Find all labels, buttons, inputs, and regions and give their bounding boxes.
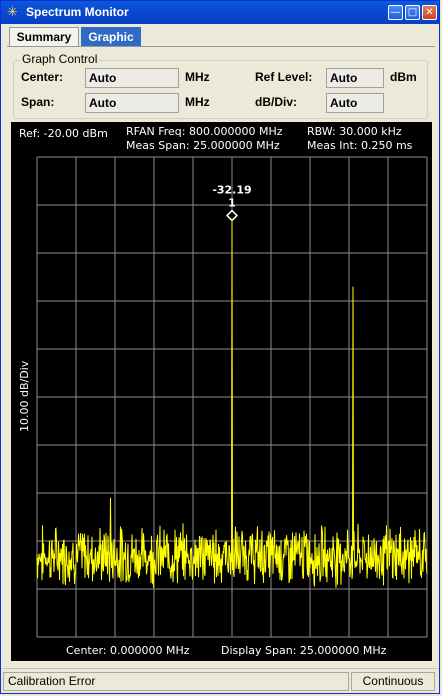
rbw-readout: RBW: 30.000 kHz: [307, 125, 402, 138]
ref-level-field[interactable]: Auto: [326, 68, 384, 88]
tab-graphic[interactable]: Graphic: [81, 27, 141, 46]
center-label: Center:: [21, 70, 64, 84]
meas-span-readout: Meas Span: 25.000000 MHz: [126, 139, 280, 152]
spectrum-graph[interactable]: Ref: -20.00 dBm RFAN Freq: 800.000000 MH…: [11, 122, 432, 661]
ref-level-label: Ref Level:: [255, 70, 313, 84]
status-message: Calibration Error: [3, 672, 349, 691]
span-unit: MHz: [185, 95, 210, 109]
status-mode: Continuous: [351, 672, 435, 691]
minimize-icon[interactable]: —: [388, 5, 403, 20]
marker-value: -32.19: [212, 184, 251, 197]
center-field[interactable]: Auto: [85, 68, 179, 88]
span-field[interactable]: Auto: [85, 93, 179, 113]
span-label: Span:: [21, 95, 55, 109]
tab-divider: [7, 46, 435, 47]
rfan-freq-readout: RFAN Freq: 800.000000 MHz: [126, 125, 283, 138]
db-div-label: dB/Div:: [255, 95, 297, 109]
display-span-readout: Display Span: 25.000000 MHz: [221, 644, 387, 657]
y-axis-label: 10.00 dB/Div: [18, 360, 31, 432]
meas-int-readout: Meas Int: 0.250 ms: [307, 139, 413, 152]
center-unit: MHz: [185, 70, 210, 84]
spectrum-trace: [36, 215, 428, 588]
marker-1[interactable]: 1 -32.19: [212, 184, 252, 222]
title-bar[interactable]: ✳ Spectrum Monitor — □ ✕: [1, 1, 439, 24]
graph-control-title: Graph Control: [20, 52, 100, 66]
ref-level-unit: dBm: [390, 70, 417, 84]
center-freq-readout: Center: 0.000000 MHz: [66, 644, 190, 657]
marker-number: 1: [228, 197, 236, 210]
spectrum-monitor-window: ✳ Spectrum Monitor — □ ✕ Summary Graphic…: [0, 0, 440, 694]
window-title: Spectrum Monitor: [26, 5, 129, 19]
marker-diamond-icon[interactable]: [225, 209, 239, 222]
maximize-icon[interactable]: □: [405, 5, 420, 20]
spectrum-icon: ✳: [7, 5, 18, 20]
ref-level-readout: Ref: -20.00 dBm: [19, 127, 108, 140]
spectrum-plot[interactable]: Ref: -20.00 dBm RFAN Freq: 800.000000 MH…: [11, 122, 432, 661]
close-icon[interactable]: ✕: [422, 5, 437, 20]
tab-summary[interactable]: Summary: [9, 27, 79, 46]
status-bar: Calibration Error Continuous: [1, 668, 439, 694]
db-div-field[interactable]: Auto: [326, 93, 384, 113]
